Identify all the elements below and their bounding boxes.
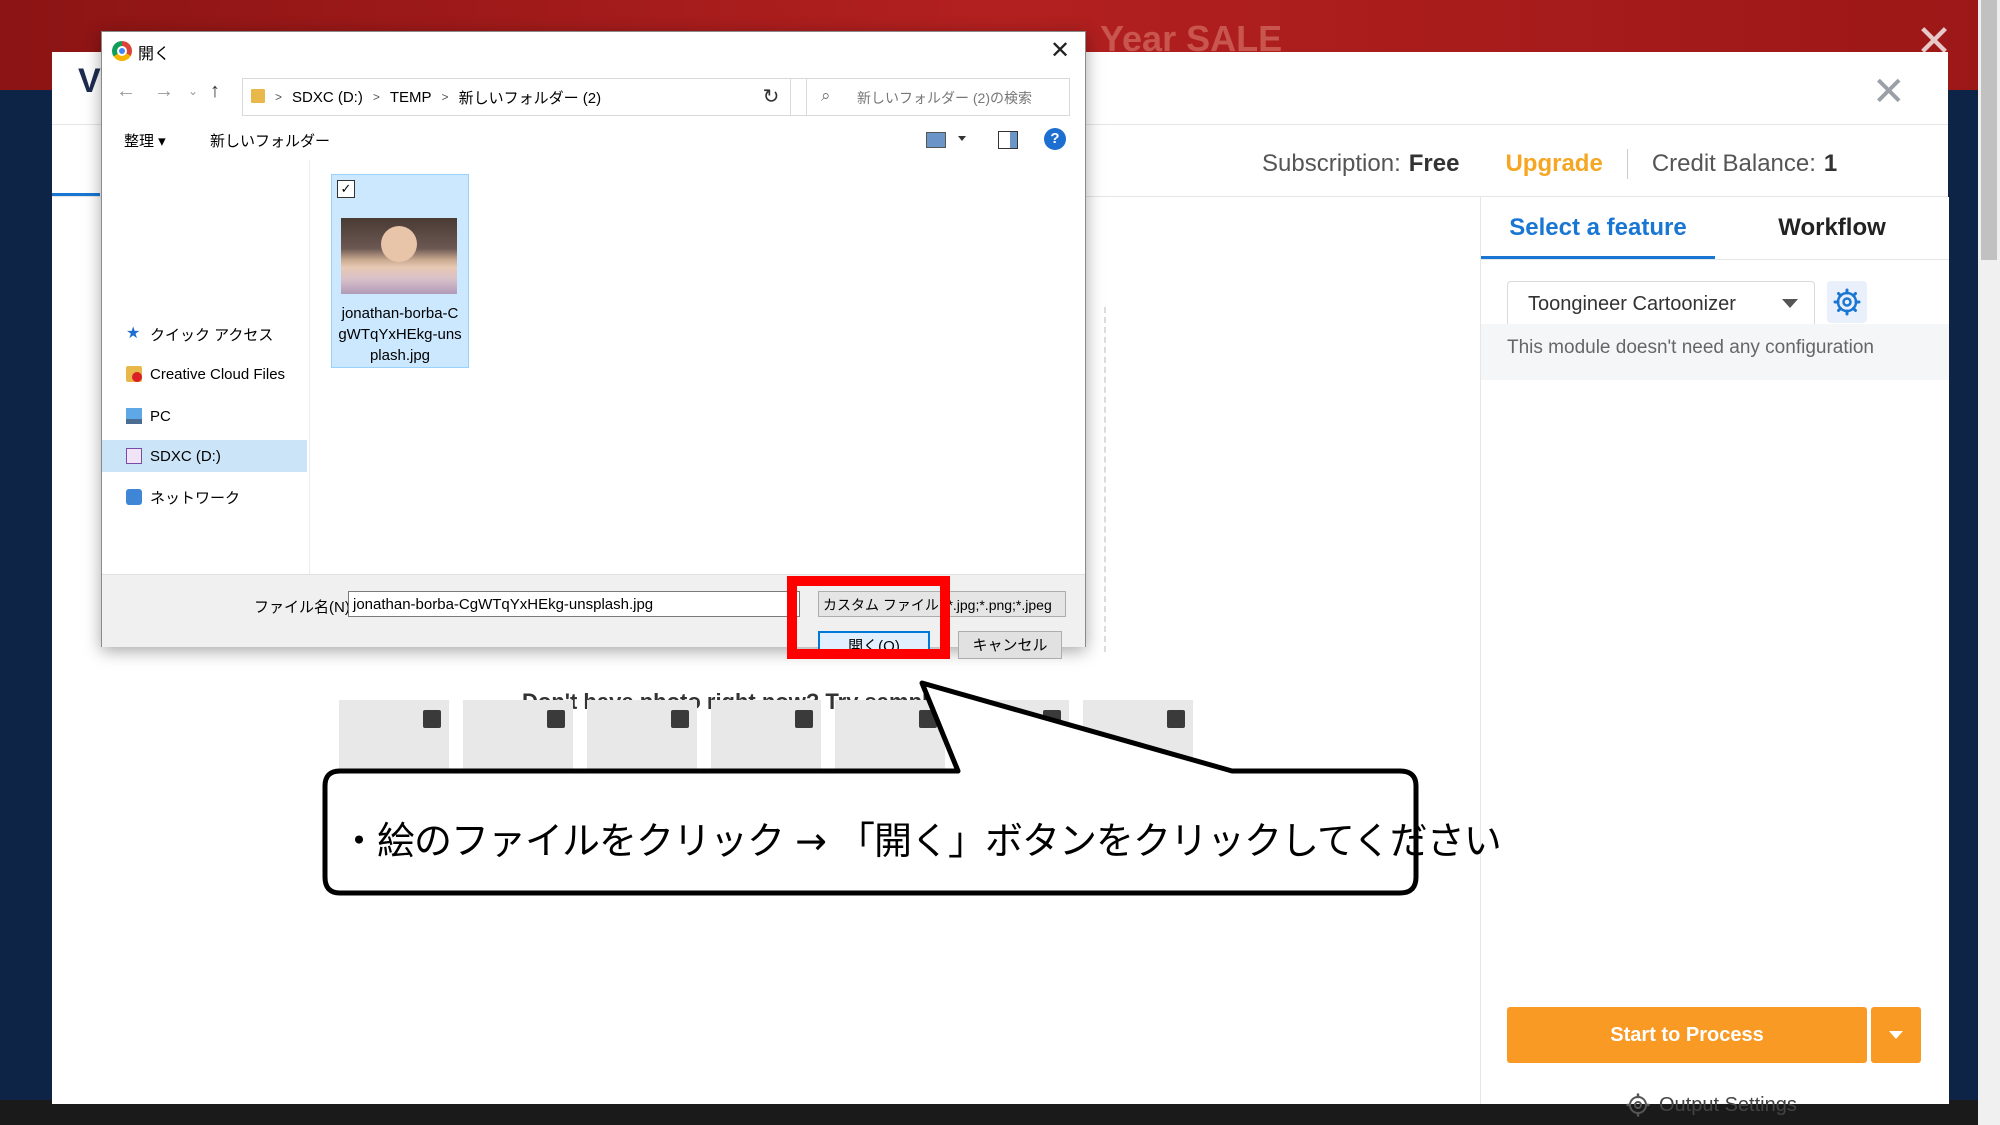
callout-text: ・絵のファイルをクリック → 「開く」ボタンをクリックしてください: [340, 819, 1502, 863]
open-button-highlight: [787, 576, 950, 659]
instruction-callout: [322, 680, 1419, 896]
